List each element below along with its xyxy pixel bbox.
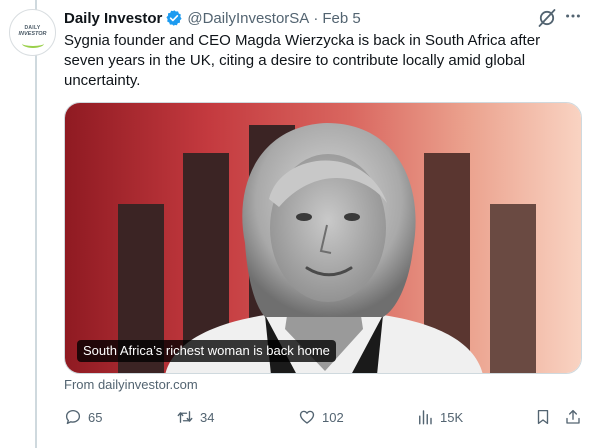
bookmark-icon bbox=[537, 409, 549, 425]
repost-count: 34 bbox=[200, 409, 215, 425]
verified-badge-icon[interactable] bbox=[165, 9, 183, 27]
like-count: 102 bbox=[322, 409, 344, 425]
card-caption: South Africa’s richest woman is back hom… bbox=[77, 340, 336, 362]
bookmark-button[interactable] bbox=[534, 405, 552, 429]
card-source[interactable]: From dailyinvestor.com bbox=[64, 377, 198, 392]
link-card[interactable]: South Africa’s richest woman is back hom… bbox=[64, 102, 582, 374]
tweet-text: Sygnia founder and CEO Magda Wierzycka i… bbox=[64, 32, 541, 89]
tweet-actions: 65 34 102 15K bbox=[58, 405, 588, 429]
views-button[interactable]: 15K bbox=[416, 405, 463, 429]
reply-icon bbox=[65, 409, 81, 425]
repost-icon bbox=[177, 411, 193, 423]
tweet-header: Daily Investor @DailyInvestorSA · Feb 5 bbox=[64, 8, 361, 28]
repost-button[interactable]: 34 bbox=[176, 405, 214, 429]
author-handle[interactable]: @DailyInvestorSA bbox=[187, 10, 309, 27]
card-image-person bbox=[165, 123, 483, 373]
avatar-logo-arc bbox=[22, 39, 44, 48]
share-button[interactable] bbox=[564, 405, 582, 429]
reply-count: 65 bbox=[88, 409, 103, 425]
reply-button[interactable]: 65 bbox=[64, 405, 102, 429]
like-button[interactable]: 102 bbox=[298, 405, 344, 429]
more-options-icon[interactable] bbox=[563, 6, 583, 26]
avatar[interactable]: DAILY INVESTOR bbox=[9, 9, 56, 56]
heart-icon bbox=[299, 410, 315, 424]
thread-line bbox=[35, 0, 37, 448]
tweet-date[interactable]: Feb 5 bbox=[322, 10, 360, 27]
grok-icon[interactable] bbox=[537, 8, 557, 28]
views-count: 15K bbox=[440, 409, 464, 425]
share-icon bbox=[566, 409, 580, 424]
avatar-text-line2: INVESTOR bbox=[18, 31, 47, 37]
views-chart-icon bbox=[419, 410, 432, 425]
header-separator: · bbox=[313, 9, 319, 27]
author-name[interactable]: Daily Investor bbox=[64, 10, 162, 27]
